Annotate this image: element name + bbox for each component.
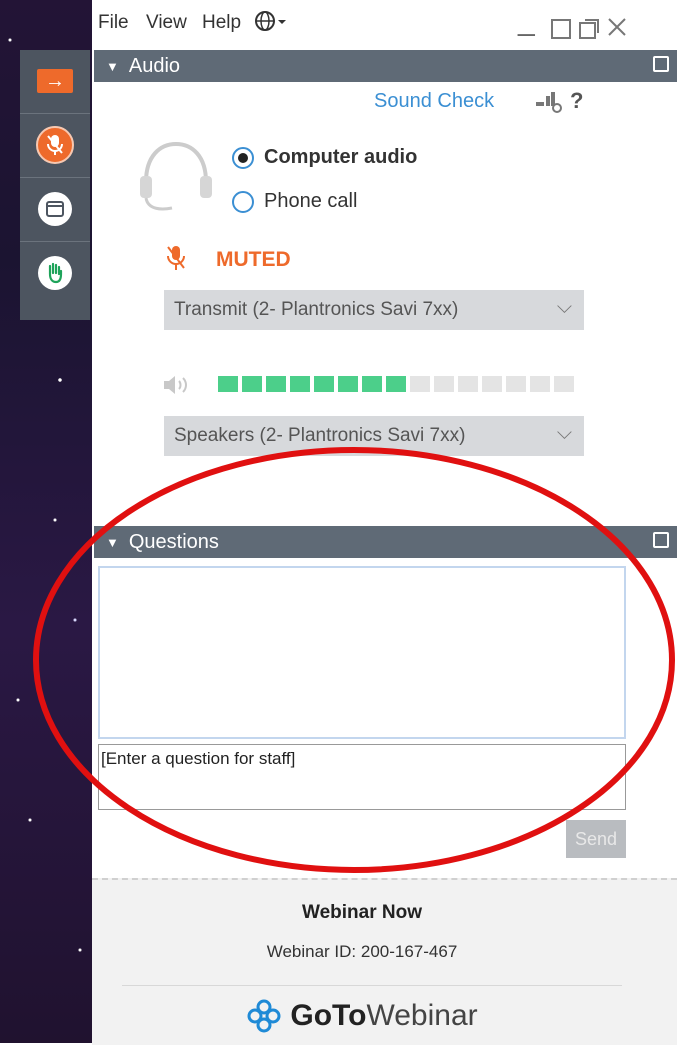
footer-divider: [122, 985, 622, 986]
language-globe-icon[interactable]: [254, 8, 288, 40]
level-segment: [386, 376, 406, 392]
speaker-device-value: Speakers (2- Plantronics Savi 7xx): [174, 425, 466, 446]
gotowebinar-panel: File View Help _ ▼ Audio Sound Check ? C…: [92, 0, 677, 1045]
radio-computer-audio[interactable]: Computer audio: [232, 146, 417, 169]
level-segment: [314, 376, 334, 392]
microphone-device-value: Transmit (2- Plantronics Savi 7xx): [174, 299, 459, 320]
raise-hand-button[interactable]: [20, 241, 90, 304]
maximize-icon[interactable]: [550, 14, 572, 48]
questions-section-header[interactable]: ▼ Questions: [94, 526, 677, 558]
question-input[interactable]: [Enter a question for staff]: [98, 744, 626, 810]
muted-status: MUTED: [216, 248, 291, 271]
collapse-triangle-icon: ▼: [106, 58, 119, 74]
control-sidebar: →: [20, 50, 90, 320]
computer-audio-label: Computer audio: [264, 146, 418, 168]
phone-call-label: Phone call: [264, 190, 358, 212]
level-segment: [434, 376, 454, 392]
level-segment: [410, 376, 430, 392]
microphone-select[interactable]: Transmit (2- Plantronics Savi 7xx) ⌵: [164, 290, 584, 330]
radio-button-unselected[interactable]: [232, 190, 254, 213]
webinar-title: Webinar Now: [302, 902, 422, 923]
popout-section-icon[interactable]: [653, 532, 669, 548]
popout-icon[interactable]: [578, 14, 600, 48]
popout-section-icon[interactable]: [653, 56, 669, 72]
logo-text-regular: Webinar: [366, 999, 478, 1032]
radio-phone-call[interactable]: Phone call: [232, 190, 357, 213]
level-segment: [530, 376, 550, 392]
sound-check-link[interactable]: Sound Check: [374, 90, 494, 113]
send-button[interactable]: Send: [566, 820, 626, 858]
speaker-level-meter: [218, 376, 578, 392]
microphone-muted-icon: [36, 126, 74, 164]
expand-panel-button[interactable]: →: [20, 50, 90, 112]
screen-view-button[interactable]: [20, 177, 90, 240]
window-icon: [38, 192, 72, 226]
chevron-down-icon: ⌵: [556, 422, 572, 444]
level-segment: [554, 376, 574, 392]
headset-icon: [138, 136, 214, 221]
gotowebinar-logo: GoTo Webinar: [92, 998, 632, 1034]
menu-bar: File View Help _: [92, 0, 677, 48]
audio-header-label: Audio: [128, 54, 181, 77]
level-segment: [290, 376, 310, 392]
level-segment: [506, 376, 526, 392]
speaker-volume-icon: [162, 374, 192, 401]
microphone-muted-icon: [166, 244, 186, 277]
radio-button-selected[interactable]: [232, 146, 254, 169]
flower-logo-icon: [246, 998, 282, 1034]
audio-help-icon[interactable]: ?: [570, 88, 583, 114]
level-segment: [242, 376, 262, 392]
level-segment: [338, 376, 358, 392]
close-icon[interactable]: [606, 12, 628, 46]
level-segment: [482, 376, 502, 392]
menu-view[interactable]: View: [146, 12, 187, 34]
arrow-right-icon: →: [37, 69, 73, 93]
minimize-icon[interactable]: _: [518, 4, 535, 38]
questions-header-label: Questions: [128, 530, 219, 553]
menu-file[interactable]: File: [98, 12, 129, 34]
raise-hand-icon: [38, 256, 72, 290]
speaker-select[interactable]: Speakers (2- Plantronics Savi 7xx) ⌵: [164, 416, 584, 456]
logo-text-bold: GoTo: [290, 999, 367, 1032]
level-segment: [218, 376, 238, 392]
questions-log: [98, 566, 626, 739]
webinar-footer: Webinar Now Webinar ID: 200-167-467 GoTo…: [92, 878, 677, 1045]
microphone-toggle-button[interactable]: [20, 113, 90, 176]
menu-help[interactable]: Help: [202, 12, 241, 34]
level-segment: [362, 376, 382, 392]
audio-section-header[interactable]: ▼ Audio: [94, 50, 677, 82]
collapse-triangle-icon: ▼: [106, 534, 119, 550]
level-segment: [458, 376, 478, 392]
webinar-id: Webinar ID: 200-167-467: [266, 942, 458, 961]
audio-settings-icon[interactable]: [536, 90, 562, 119]
level-segment: [266, 376, 286, 392]
chevron-down-icon: ⌵: [556, 296, 572, 318]
